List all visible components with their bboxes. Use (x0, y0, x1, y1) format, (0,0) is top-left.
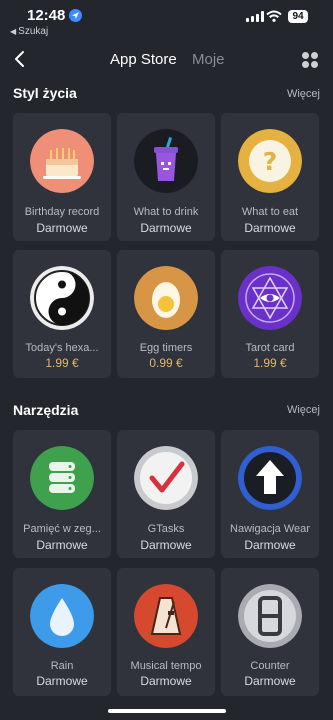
more-link-tools[interactable]: Więcej (287, 404, 320, 416)
app-name: Tarot card (245, 342, 295, 354)
checkmark-icon (134, 446, 198, 510)
grid-menu-icon[interactable] (302, 52, 318, 68)
app-card-birthday-record[interactable]: Birthday record Darmowe (13, 113, 111, 241)
question-mark-icon: ? (238, 129, 302, 193)
app-price: Darmowe (140, 221, 192, 235)
birthday-cake-icon (30, 129, 94, 193)
app-price: Darmowe (244, 221, 296, 235)
app-price: 0.99 € (149, 356, 183, 370)
clock: 12:48 (27, 7, 66, 24)
location-arrow-icon (69, 9, 82, 22)
app-name: Rain (50, 660, 74, 672)
app-name: Birthday record (24, 206, 100, 218)
database-icon (30, 446, 94, 510)
app-name: Musical tempo (130, 660, 202, 672)
back-triangle-icon: ◀ (10, 27, 17, 36)
app-card-todays-hexagram[interactable]: Today's hexa... 1.99 € (13, 250, 111, 378)
digit-eight-icon (238, 584, 302, 648)
navigation-arrow-icon (238, 446, 302, 510)
app-card-what-to-eat[interactable]: ? What to eat Darmowe (221, 113, 319, 241)
app-price: Darmowe (36, 538, 88, 552)
nav-bar: App Store Moje (0, 44, 333, 76)
app-name: Nawigacja Wear (230, 523, 310, 535)
section-title-lifestyle: Styl życia (13, 85, 77, 101)
app-name: Egg timers (139, 342, 193, 354)
app-name: GTasks (147, 523, 185, 535)
app-card-counter[interactable]: Counter Darmowe (221, 568, 319, 696)
water-drop-icon (30, 584, 94, 648)
app-card-tarot-card[interactable]: Tarot card 1.99 € (221, 250, 319, 378)
app-price: Darmowe (244, 538, 296, 552)
app-price: Darmowe (140, 538, 192, 552)
status-bar: 12:48 ◀ Szukaj 94 (0, 0, 333, 40)
app-name: Counter (250, 660, 290, 672)
app-card-nawigacja-wear[interactable]: Nawigacja Wear Darmowe (221, 430, 319, 558)
more-link-lifestyle[interactable]: Więcej (287, 88, 320, 100)
app-card-pamiec[interactable]: Pamięć w zeg... Darmowe (13, 430, 111, 558)
app-name: Today's hexa... (25, 342, 99, 354)
back-to-app-link[interactable]: ◀ Szukaj (10, 26, 48, 37)
svg-text:?: ? (263, 147, 278, 176)
app-card-rain[interactable]: Rain Darmowe (13, 568, 111, 696)
app-price: 1.99 € (253, 356, 287, 370)
battery-indicator: 94 (288, 10, 308, 23)
app-price: 1.99 € (45, 356, 79, 370)
metronome-icon (134, 584, 198, 648)
yin-yang-icon (30, 266, 94, 330)
home-indicator[interactable] (108, 709, 226, 713)
app-card-what-to-drink[interactable]: What to drink Darmowe (117, 113, 215, 241)
back-app-label: Szukaj (18, 26, 49, 37)
tab-app-store[interactable]: App Store (110, 51, 177, 68)
egg-icon (134, 266, 198, 330)
app-price: Darmowe (36, 221, 88, 235)
wifi-icon (266, 10, 282, 22)
app-price: Darmowe (36, 674, 88, 688)
section-title-tools: Narzędzia (13, 402, 79, 418)
drink-cup-icon (134, 129, 198, 193)
tab-moje[interactable]: Moje (192, 51, 225, 68)
app-card-egg-timers[interactable]: Egg timers 0.99 € (117, 250, 215, 378)
app-name: Pamięć w zeg... (23, 523, 101, 535)
signal-icon (246, 11, 264, 22)
tarot-eye-icon (238, 266, 302, 330)
app-price: Darmowe (140, 674, 192, 688)
app-name: What to drink (133, 206, 199, 218)
app-card-gtasks[interactable]: GTasks Darmowe (117, 430, 215, 558)
back-chevron-icon[interactable] (10, 47, 30, 71)
app-card-musical-tempo[interactable]: Musical tempo Darmowe (117, 568, 215, 696)
app-name: What to eat (241, 206, 299, 218)
app-price: Darmowe (244, 674, 296, 688)
